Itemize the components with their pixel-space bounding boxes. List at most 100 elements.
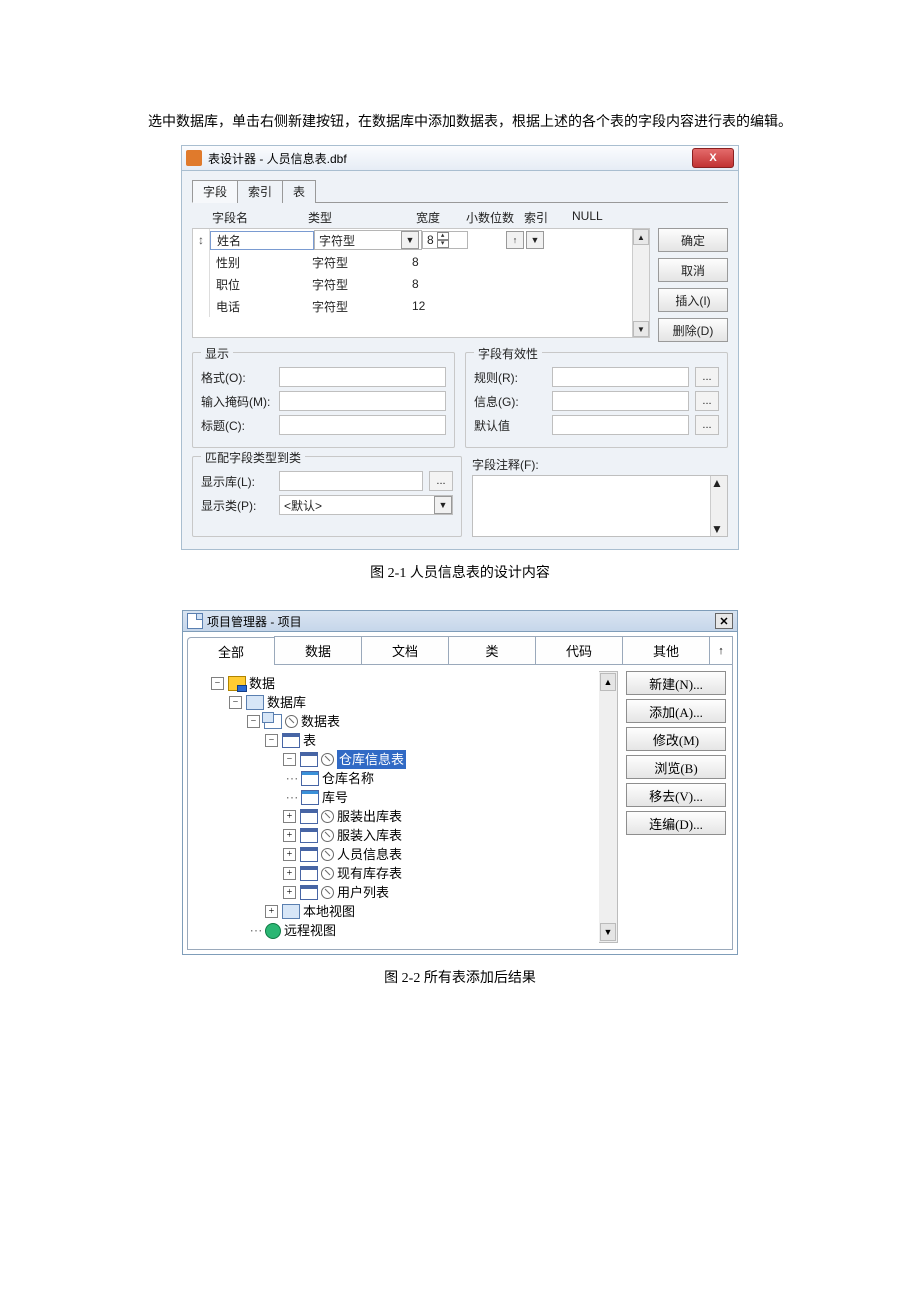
- mask-input[interactable]: [279, 391, 446, 411]
- expander-icon[interactable]: +: [283, 848, 296, 861]
- scrollbar[interactable]: ▲▼: [599, 671, 618, 943]
- comment-textarea[interactable]: ▲▼: [472, 475, 728, 537]
- tree-node[interactable]: 人员信息表: [337, 845, 402, 864]
- expander-icon[interactable]: −: [283, 753, 296, 766]
- group-legend: 字段有效性: [474, 345, 542, 362]
- tree-node-selected[interactable]: 仓库信息表: [337, 750, 406, 769]
- expander-icon[interactable]: −: [247, 715, 260, 728]
- tree-node[interactable]: 数据库: [267, 693, 306, 712]
- table-icon: [300, 752, 318, 767]
- rule-browse-button[interactable]: ...: [695, 367, 719, 387]
- project-tree[interactable]: −数据 −数据库 −数据表 −表 −仓库信息表 ⋯仓库名称 ⋯库号 +服装出库表…: [192, 671, 599, 943]
- default-browse-button[interactable]: ...: [695, 415, 719, 435]
- exclude-icon: [321, 886, 334, 899]
- tree-node[interactable]: 仓库名称: [322, 769, 374, 788]
- expander-icon[interactable]: −: [211, 677, 224, 690]
- tree-node[interactable]: 远程视图: [284, 921, 336, 940]
- class-label: 显示类(P):: [201, 497, 273, 514]
- local-view-icon: [282, 904, 300, 919]
- tab-table[interactable]: 表: [282, 180, 316, 203]
- designer-tabs: 字段 索引 表: [192, 179, 728, 203]
- expander-icon[interactable]: +: [283, 829, 296, 842]
- exclude-icon: [321, 867, 334, 880]
- col-width: 宽度: [416, 209, 466, 226]
- tree-node[interactable]: 数据表: [301, 712, 340, 731]
- msg-browse-button[interactable]: ...: [695, 391, 719, 411]
- default-input[interactable]: [552, 415, 689, 435]
- tree-node[interactable]: 服装入库表: [337, 826, 402, 845]
- modify-button[interactable]: 修改(M): [626, 727, 726, 751]
- field-width-input[interactable]: 8▴▾: [422, 231, 468, 249]
- field-name-input[interactable]: 姓名: [210, 231, 314, 250]
- ok-button[interactable]: 确定: [658, 228, 728, 252]
- tab-code[interactable]: 代码: [535, 636, 623, 664]
- expander-icon[interactable]: −: [265, 734, 278, 747]
- table-icon: [282, 733, 300, 748]
- exclude-icon: [321, 753, 334, 766]
- tree-node[interactable]: 数据: [249, 674, 275, 693]
- collapse-button[interactable]: ↑: [709, 636, 733, 664]
- tab-docs[interactable]: 文档: [361, 636, 449, 664]
- exclude-icon: [321, 848, 334, 861]
- tab-index[interactable]: 索引: [237, 180, 283, 203]
- close-button[interactable]: X: [692, 148, 734, 168]
- class-select[interactable]: <默认>▼: [279, 495, 453, 515]
- field-row[interactable]: ↕ 姓名 字符型▼ 8▴▾ ↑▼: [193, 229, 649, 251]
- spinner-icon[interactable]: ▴▾: [437, 232, 449, 248]
- tree-node[interactable]: 服装出库表: [337, 807, 402, 826]
- field-type-select[interactable]: 字符型▼: [314, 230, 422, 250]
- chevron-down-icon[interactable]: ▼: [526, 231, 544, 249]
- exclude-icon: [285, 715, 298, 728]
- browse-button[interactable]: 浏览(B): [626, 755, 726, 779]
- remove-button[interactable]: 移去(V)...: [626, 783, 726, 807]
- field-row[interactable]: 电话字符型12: [193, 295, 649, 317]
- tree-node[interactable]: 库号: [322, 788, 348, 807]
- scrollbar[interactable]: ▲▼: [710, 476, 727, 536]
- tree-node[interactable]: 本地视图: [303, 902, 355, 921]
- table-icon: [300, 847, 318, 862]
- close-button[interactable]: ✕: [715, 613, 733, 629]
- scroll-up-icon[interactable]: ▲: [711, 476, 727, 490]
- msg-input[interactable]: [552, 391, 689, 411]
- tab-all[interactable]: 全部: [187, 637, 275, 665]
- tree-node[interactable]: 现有库存表: [337, 864, 402, 883]
- tree-node[interactable]: 用户列表: [337, 883, 389, 902]
- sort-asc-icon[interactable]: ↑: [506, 231, 524, 249]
- tree-node[interactable]: 表: [303, 731, 316, 750]
- field-row[interactable]: 职位字符型8: [193, 273, 649, 295]
- chevron-down-icon[interactable]: ▼: [401, 231, 419, 249]
- field-row[interactable]: 性别字符型8: [193, 251, 649, 273]
- chevron-down-icon[interactable]: ▼: [434, 496, 452, 514]
- lib-browse-button[interactable]: ...: [429, 471, 453, 491]
- figure-1-caption: 图 2-1 人员信息表的设计内容: [120, 562, 800, 582]
- row-handle-icon[interactable]: ↕: [193, 229, 210, 251]
- lib-input[interactable]: [279, 471, 423, 491]
- expander-icon[interactable]: +: [283, 810, 296, 823]
- insert-button[interactable]: 插入(I): [658, 288, 728, 312]
- tab-classes[interactable]: 类: [448, 636, 536, 664]
- window-titlebar: 项目管理器 - 项目 ✕: [183, 611, 737, 632]
- delete-button[interactable]: 删除(D): [658, 318, 728, 342]
- rule-input[interactable]: [552, 367, 689, 387]
- field-grid[interactable]: ↕ 姓名 字符型▼ 8▴▾ ↑▼ 性别字符型8 职位字符型8: [192, 228, 650, 338]
- new-button[interactable]: 新建(N)...: [626, 671, 726, 695]
- expander-icon[interactable]: −: [229, 696, 242, 709]
- tab-other[interactable]: 其他: [622, 636, 710, 664]
- scroll-down-icon[interactable]: ▼: [711, 522, 727, 536]
- cancel-button[interactable]: 取消: [658, 258, 728, 282]
- lib-label: 显示库(L):: [201, 473, 273, 490]
- remote-view-icon: [265, 923, 281, 939]
- caption-input[interactable]: [279, 415, 446, 435]
- col-null: NULL: [572, 209, 612, 226]
- scrollbar[interactable]: ▲▼: [632, 229, 649, 337]
- expander-icon[interactable]: +: [283, 886, 296, 899]
- expander-icon[interactable]: +: [283, 867, 296, 880]
- col-type: 类型: [308, 209, 416, 226]
- expander-icon[interactable]: +: [265, 905, 278, 918]
- build-button[interactable]: 连编(D)...: [626, 811, 726, 835]
- add-button[interactable]: 添加(A)...: [626, 699, 726, 723]
- dbc-icon: [264, 714, 282, 729]
- format-input[interactable]: [279, 367, 446, 387]
- tab-data[interactable]: 数据: [274, 636, 362, 664]
- tab-fields[interactable]: 字段: [192, 180, 238, 203]
